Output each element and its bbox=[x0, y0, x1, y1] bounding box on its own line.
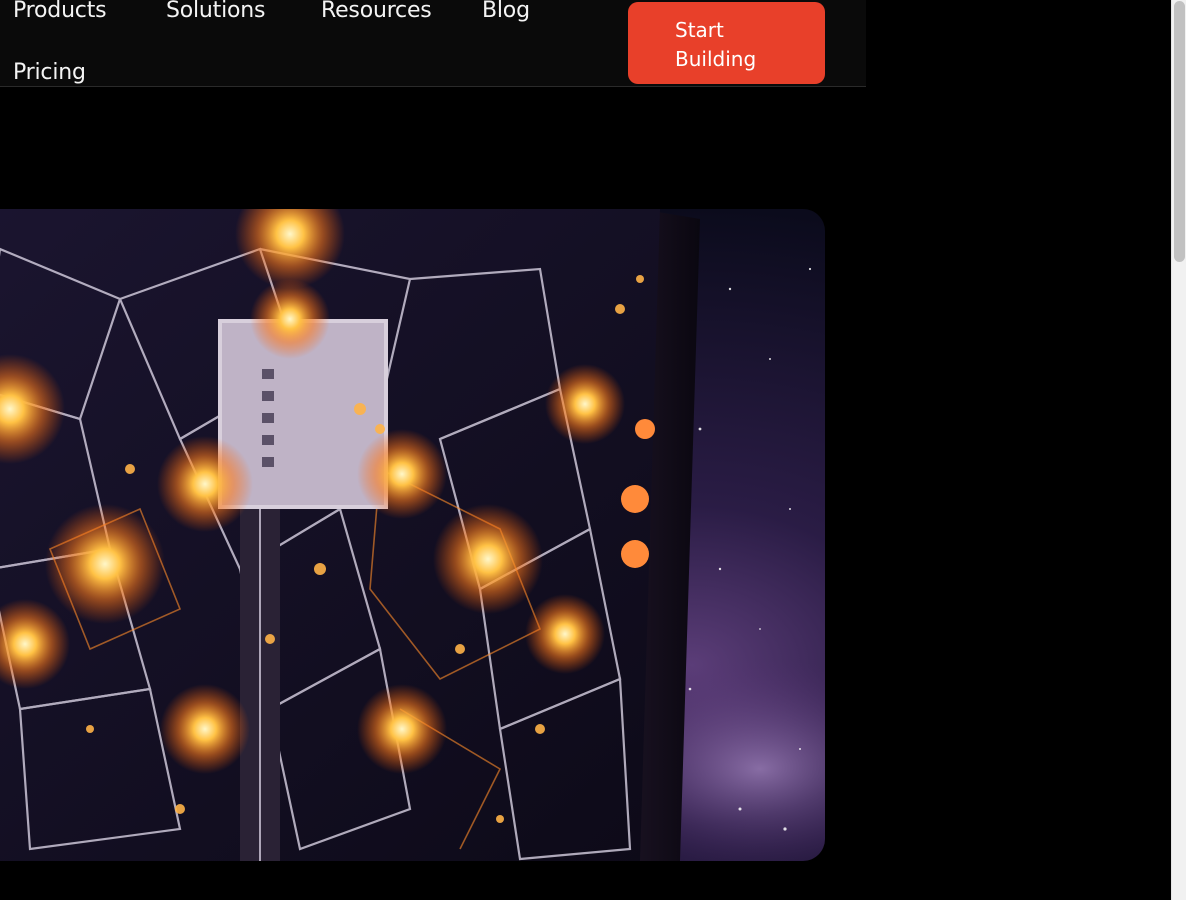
top-navbar: Products Solutions Resources Blog Pricin… bbox=[0, 0, 866, 87]
page-viewport: Products Solutions Resources Blog Pricin… bbox=[0, 0, 1171, 900]
cosmic-cube-illustration bbox=[0, 209, 825, 861]
start-building-button[interactable]: Start Building bbox=[628, 2, 825, 84]
cta-label-line-2: Building bbox=[675, 47, 757, 71]
nav-link-blog[interactable]: Blog bbox=[482, 0, 530, 23]
hero-image bbox=[0, 209, 825, 861]
nav-link-pricing[interactable]: Pricing bbox=[13, 60, 86, 85]
nav-link-resources[interactable]: Resources bbox=[321, 0, 432, 23]
vertical-scrollbar[interactable] bbox=[1171, 0, 1186, 900]
nav-link-products[interactable]: Products bbox=[13, 0, 107, 23]
scrollbar-thumb[interactable] bbox=[1174, 1, 1185, 262]
cta-label-line-1: Start bbox=[675, 18, 724, 42]
nav-link-solutions[interactable]: Solutions bbox=[166, 0, 265, 23]
